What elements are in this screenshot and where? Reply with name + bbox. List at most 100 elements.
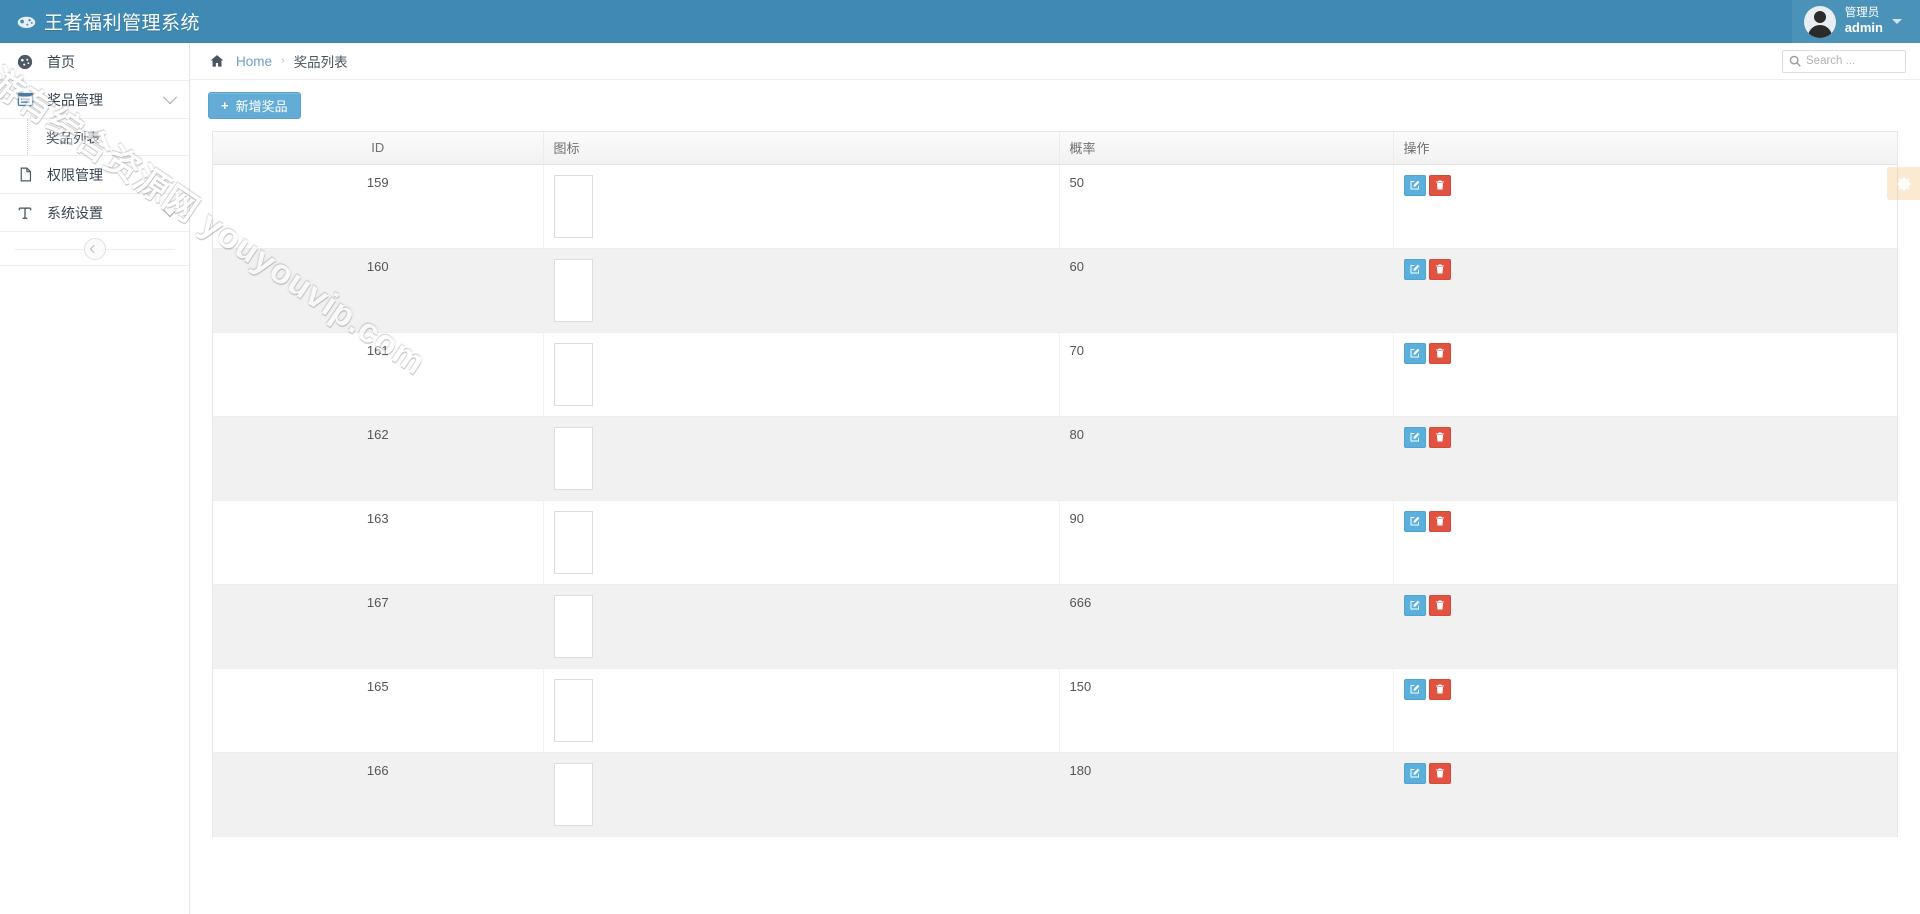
cell-actions: [1393, 584, 1897, 669]
content-toolbar: + 新增奖品: [190, 80, 1920, 131]
prize-thumbnail[interactable]: [553, 762, 593, 826]
edit-row-button[interactable]: [1403, 762, 1426, 784]
text-t-icon: [14, 202, 36, 224]
table-row: 166 180: [213, 752, 1897, 837]
sidebar-item-permission-management[interactable]: 权限管理: [0, 156, 189, 194]
action-buttons: [1403, 342, 1888, 364]
delete-row-button[interactable]: [1428, 510, 1451, 532]
cell-id: 163: [213, 500, 544, 585]
sidebar-submenu-prize-management: 奖品列表: [0, 119, 189, 156]
prize-thumbnail[interactable]: [553, 342, 593, 406]
cell-id: 167: [213, 584, 544, 669]
sidebar-collapse-row: [0, 232, 189, 266]
prize-thumbnail[interactable]: [553, 174, 593, 238]
edit-row-button[interactable]: [1403, 426, 1426, 448]
prize-thumbnail[interactable]: [553, 678, 593, 742]
column-header-actions[interactable]: 操作: [1393, 132, 1897, 165]
delete-row-button[interactable]: [1428, 594, 1451, 616]
breadcrumb: Home › 奖品列表: [190, 43, 1920, 80]
table-row: 163 90: [213, 500, 1897, 585]
delete-row-button[interactable]: [1428, 258, 1451, 280]
sidebar-item-label: 奖品管理: [47, 91, 103, 108]
list-box-icon: [14, 89, 36, 111]
cell-icon: [543, 752, 1060, 837]
prize-thumbnail[interactable]: [553, 258, 593, 322]
column-header-probability[interactable]: 概率: [1059, 132, 1394, 165]
cell-probability: 50: [1059, 164, 1394, 249]
gear-icon: [1896, 176, 1911, 191]
dashboard-icon: [14, 51, 36, 73]
cell-icon: [543, 248, 1060, 333]
sidebar-item-prize-list[interactable]: 奖品列表: [0, 119, 189, 155]
user-avatar-icon: [1803, 5, 1836, 38]
caret-down-icon[interactable]: [1892, 19, 1902, 24]
prize-thumbnail[interactable]: [553, 426, 593, 490]
edit-row-button[interactable]: [1403, 258, 1426, 280]
delete-row-button[interactable]: [1428, 762, 1451, 784]
cell-actions: [1393, 752, 1897, 837]
delete-row-button[interactable]: [1428, 174, 1451, 196]
breadcrumb-current: 奖品列表: [293, 55, 348, 70]
home-icon[interactable]: [208, 53, 225, 70]
cell-actions: [1393, 164, 1897, 249]
delete-row-button[interactable]: [1428, 678, 1451, 700]
chevron-down-icon[interactable]: [162, 202, 178, 217]
column-header-id[interactable]: ID: [213, 132, 544, 165]
cell-actions: [1393, 500, 1897, 585]
plus-icon: +: [221, 98, 229, 113]
add-prize-button[interactable]: + 新增奖品: [208, 92, 301, 119]
cell-id: 165: [213, 668, 544, 753]
brand[interactable]: 王者福利管理系统: [0, 0, 200, 43]
chevron-down-icon[interactable]: [162, 89, 178, 104]
sidebar-item-label: 系统设置: [47, 204, 103, 221]
app-title: 王者福利管理系统: [44, 13, 201, 34]
table-row: 159 50: [213, 164, 1897, 249]
user-menu[interactable]: 管理员 admin: [1791, 0, 1920, 43]
cell-actions: [1393, 416, 1897, 501]
chevron-left-circle-icon[interactable]: [83, 237, 106, 260]
search-input[interactable]: [1782, 49, 1906, 73]
user-names: 管理员 admin: [1845, 7, 1883, 35]
prize-table: ID 图标 概率 操作 159 50 160 60 161 70 162 80 163 90 167…: [213, 132, 1897, 837]
cell-actions: [1393, 332, 1897, 417]
edit-row-button[interactable]: [1403, 594, 1426, 616]
action-buttons: [1403, 594, 1888, 616]
prize-thumbnail[interactable]: [553, 594, 593, 658]
gamepad-icon: [16, 11, 37, 32]
theme-settings-tab[interactable]: [1887, 167, 1920, 200]
cell-id: 166: [213, 752, 544, 837]
edit-row-button[interactable]: [1403, 510, 1426, 532]
edit-row-button[interactable]: [1403, 174, 1426, 196]
prize-thumbnail[interactable]: [553, 510, 593, 574]
cell-probability: 666: [1059, 584, 1394, 669]
cell-icon: [543, 668, 1060, 753]
action-buttons: [1403, 678, 1888, 700]
search-box: [1782, 49, 1906, 73]
column-header-icon[interactable]: 图标: [543, 132, 1060, 165]
sidebar-item-system-settings[interactable]: 系统设置: [0, 194, 189, 232]
cell-probability: 150: [1059, 668, 1394, 753]
cell-icon: [543, 164, 1060, 249]
sidebar-item-label: 权限管理: [47, 166, 103, 183]
delete-row-button[interactable]: [1428, 426, 1451, 448]
user-role-label: 管理员: [1844, 7, 1880, 20]
sidebar-item-home[interactable]: 首页: [0, 43, 189, 81]
cell-icon: [543, 416, 1060, 501]
action-buttons: [1403, 510, 1888, 532]
table-row: 160 60: [213, 248, 1897, 333]
edit-row-button[interactable]: [1403, 342, 1426, 364]
main-content: Home › 奖品列表 + 新增奖品 ID 图标 概率: [190, 43, 1920, 914]
cell-actions: [1393, 248, 1897, 333]
edit-row-button[interactable]: [1403, 678, 1426, 700]
add-prize-label: 新增奖品: [235, 99, 288, 114]
cell-id: 160: [213, 248, 544, 333]
table-row: 165 150: [213, 668, 1897, 753]
action-buttons: [1403, 426, 1888, 448]
sidebar-subitem-label: 奖品列表: [46, 131, 100, 146]
sidebar: 首页 奖品管理 奖品列表 权限管理 系统设置: [0, 43, 190, 914]
breadcrumb-link-home[interactable]: Home: [236, 54, 272, 69]
delete-row-button[interactable]: [1428, 342, 1451, 364]
sidebar-item-prize-management[interactable]: 奖品管理: [0, 81, 189, 119]
cell-probability: 90: [1059, 500, 1394, 585]
cell-probability: 80: [1059, 416, 1394, 501]
